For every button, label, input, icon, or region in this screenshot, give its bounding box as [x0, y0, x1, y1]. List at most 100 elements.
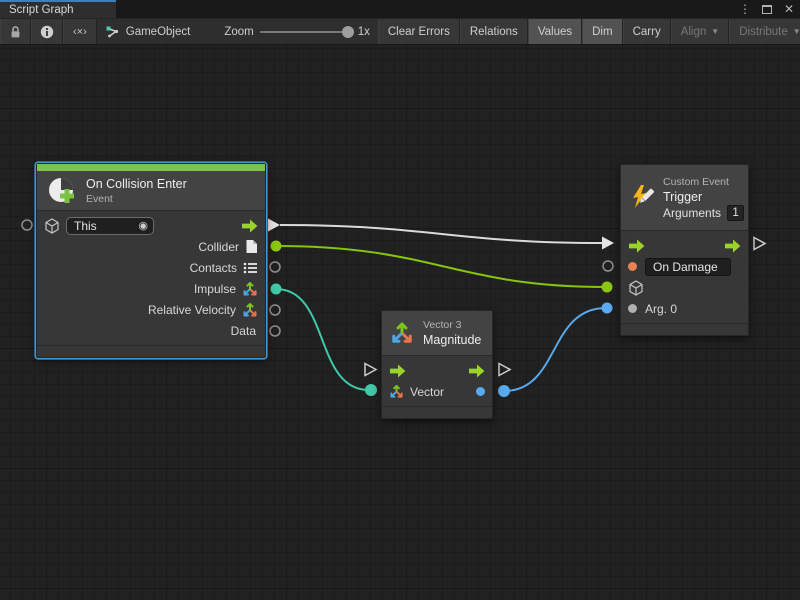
values-label: Values — [538, 26, 572, 38]
script-graph-icon — [105, 25, 120, 39]
vector3-icon — [242, 302, 258, 318]
vector-input-row: Vector — [382, 381, 492, 402]
list-icon — [243, 261, 258, 275]
chevron-down-icon: ▼ — [711, 27, 719, 36]
event-name-input-port[interactable] — [603, 261, 613, 271]
values-toggle[interactable]: Values — [528, 19, 582, 44]
vector-input-port[interactable] — [365, 384, 377, 396]
flow-arrow-icon — [724, 239, 741, 253]
align-dropdown[interactable]: Align ▼ — [671, 19, 730, 44]
flow-input-port-trigger[interactable] — [602, 237, 614, 250]
flow-row — [621, 235, 748, 256]
arguments-count-field[interactable]: 1 — [727, 205, 744, 221]
event-name-row: On Damage — [621, 256, 748, 277]
vector3-icon — [242, 281, 258, 297]
flow-output-port-oncollision[interactable] — [268, 219, 280, 232]
flow-input-port-magnitude[interactable] — [365, 364, 376, 376]
flow-arrow-icon — [389, 364, 406, 378]
event-name-value: On Damage — [653, 260, 718, 274]
flow-output-port-magnitude[interactable] — [499, 364, 510, 376]
code-view-button[interactable]: ‹×› — [63, 19, 97, 44]
arguments-label: Arguments — [663, 206, 721, 220]
value-type-icon — [628, 304, 637, 313]
tab-script-graph-label: Script Graph — [9, 4, 74, 16]
magnitude-header: Vector 3 Magnitude — [382, 311, 492, 356]
relative-velocity-row: Relative Velocity — [37, 299, 265, 320]
wire-flow-oncollision-to-trigger[interactable] — [280, 225, 602, 243]
this-target-field[interactable]: This ◉ — [66, 217, 154, 235]
data-output-port[interactable] — [270, 326, 280, 336]
code-view-icon: ‹×› — [73, 26, 87, 38]
close-icon[interactable]: ✕ — [782, 2, 796, 16]
this-field-value: This — [74, 219, 97, 233]
flow-arrow-icon — [628, 239, 645, 253]
carry-toggle[interactable]: Carry — [623, 19, 671, 44]
flow-output-port-trigger[interactable] — [754, 238, 765, 250]
lock-button[interactable] — [0, 19, 31, 44]
relations-button[interactable]: Relations — [460, 19, 528, 44]
carry-label: Carry — [633, 26, 661, 38]
node-footer — [37, 345, 265, 357]
distribute-dropdown[interactable]: Distribute ▼ — [729, 19, 800, 44]
node-footer — [382, 406, 492, 418]
target-input-port-trigger[interactable] — [602, 282, 613, 293]
clear-errors-button[interactable]: Clear Errors — [378, 19, 460, 44]
menu-dots-icon[interactable]: ⋮ — [738, 2, 752, 16]
dim-toggle[interactable]: Dim — [582, 19, 622, 44]
impulse-label: Impulse — [194, 282, 236, 296]
target-row — [621, 277, 748, 298]
trigger-header: Custom Event Trigger Arguments 1 — [621, 165, 748, 231]
zoom-value: 1x — [358, 26, 370, 38]
graph-context[interactable]: GameObject — [97, 19, 199, 44]
chevron-down-icon: ▼ — [793, 27, 800, 36]
node-title: Trigger — [663, 189, 744, 205]
gameobject-cube-icon — [628, 280, 644, 296]
collider-row: Collider — [37, 236, 265, 257]
info-icon — [40, 25, 54, 39]
flow-row — [382, 360, 492, 381]
relative-velocity-output-port[interactable] — [270, 305, 280, 315]
object-picker-icon[interactable]: ◉ — [138, 219, 148, 232]
contacts-output-port[interactable] — [270, 262, 280, 272]
graph-canvas[interactable]: On Collision Enter Event This ◉ — [0, 45, 800, 600]
align-label: Align — [681, 26, 707, 38]
trigger-body: On Damage Arg. 0 — [621, 231, 748, 323]
wire-collider-to-target[interactable] — [276, 246, 606, 287]
zoom-slider-handle[interactable] — [342, 26, 354, 38]
event-name-field[interactable]: On Damage — [645, 258, 731, 276]
clear-errors-label: Clear Errors — [388, 26, 450, 38]
wire-impulse-to-vector[interactable] — [276, 289, 369, 390]
impulse-output-port[interactable] — [271, 284, 282, 295]
contacts-row: Contacts — [37, 257, 265, 278]
collider-output-port[interactable] — [271, 241, 282, 252]
data-label: Data — [231, 324, 256, 338]
node-category: Vector 3 — [423, 318, 481, 332]
node-on-collision-enter[interactable]: On Collision Enter Event This ◉ — [36, 163, 266, 358]
collision-event-icon — [47, 176, 77, 206]
zoom-slider[interactable] — [260, 31, 352, 33]
arg0-label: Arg. 0 — [645, 302, 677, 316]
contacts-label: Contacts — [190, 261, 237, 275]
window-controls: ⋮ ✕ — [738, 0, 796, 18]
node-footer — [621, 323, 748, 335]
wire-magnitude-to-arg0[interactable] — [504, 308, 606, 391]
tab-script-graph[interactable]: Script Graph — [0, 0, 116, 18]
tab-strip: Script Graph ⋮ ✕ — [0, 0, 800, 18]
flow-arrow-icon — [468, 364, 485, 378]
arg0-input-port[interactable] — [602, 303, 613, 314]
maximize-icon[interactable] — [762, 5, 772, 14]
vector3-icon — [390, 321, 414, 345]
node-vector3-magnitude[interactable]: Vector 3 Magnitude — [381, 310, 493, 419]
zoom-control: Zoom 1x — [216, 19, 378, 44]
data-row: Data — [37, 320, 265, 341]
node-trigger-custom-event[interactable]: Custom Event Trigger Arguments 1 — [620, 164, 749, 336]
zoom-label: Zoom — [224, 26, 253, 38]
string-type-icon — [628, 262, 637, 271]
magnitude-output-port[interactable] — [498, 385, 510, 397]
node-subtitle: Event — [86, 192, 187, 206]
event-accent-bar — [37, 164, 265, 171]
inspect-button[interactable] — [31, 19, 63, 44]
flow-arrow-icon — [241, 219, 258, 233]
vector3-icon — [389, 384, 404, 399]
this-input-port[interactable] — [22, 220, 32, 230]
